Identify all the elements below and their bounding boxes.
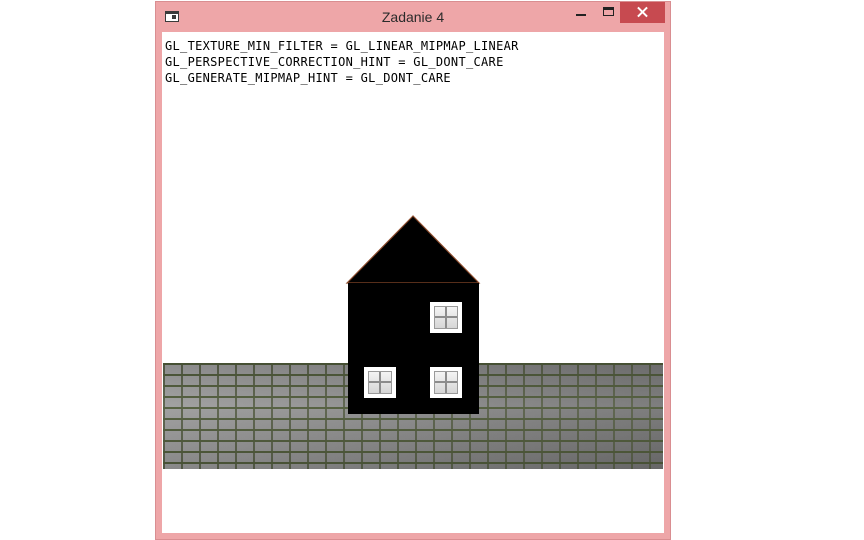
house xyxy=(345,214,481,416)
gl-info-line-min-filter: GL_TEXTURE_MIN_FILTER = GL_LINEAR_MIPMAP… xyxy=(165,39,519,53)
house-window-lower-left xyxy=(364,367,396,398)
house-window-lower-right xyxy=(430,367,462,398)
house-window-upper-right xyxy=(430,302,462,333)
opengl-viewport[interactable]: GL_TEXTURE_MIN_FILTER = GL_LINEAR_MIPMAP… xyxy=(162,32,664,533)
house-roof xyxy=(345,215,481,284)
maximize-button[interactable] xyxy=(595,2,623,23)
gl-info-line-perspective-hint: GL_PERSPECTIVE_CORRECTION_HINT = GL_DONT… xyxy=(165,55,504,69)
close-button[interactable] xyxy=(620,2,665,23)
title-bar[interactable]: Zadanie 4 xyxy=(156,2,670,32)
house-wall xyxy=(348,283,479,414)
gl-info-overlay: GL_TEXTURE_MIN_FILTER = GL_LINEAR_MIPMAP… xyxy=(165,38,519,86)
minimize-button[interactable] xyxy=(567,2,595,23)
desktop: Zadanie 4 GL_TEXTURE_MIN_FILTER = GL_LIN… xyxy=(0,0,864,540)
roof-gable xyxy=(345,215,481,284)
gl-info-line-mipmap-hint: GL_GENERATE_MIPMAP_HINT = GL_DONT_CARE xyxy=(165,71,451,85)
app-window: Zadanie 4 GL_TEXTURE_MIN_FILTER = GL_LIN… xyxy=(155,1,671,540)
